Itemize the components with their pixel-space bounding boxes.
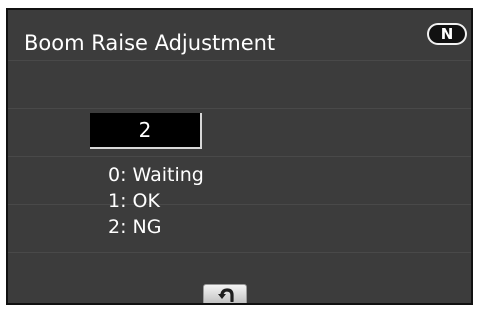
status-legend-item-ok: 1: OK: [108, 190, 160, 212]
scanline: [8, 204, 471, 205]
screen: Boom Raise Adjustment N 2 0: Waiting 1: …: [0, 0, 479, 311]
status-legend-item-ng: 2: NG: [108, 216, 162, 238]
return-arrow-icon: [218, 288, 234, 302]
adjustment-panel: Boom Raise Adjustment N 2 0: Waiting 1: …: [6, 8, 473, 305]
screen-title: Boom Raise Adjustment: [24, 31, 276, 55]
scanline: [8, 108, 471, 109]
back-button[interactable]: [203, 284, 247, 303]
status-legend-item-waiting: 0: Waiting: [108, 164, 204, 186]
scanline: [8, 156, 471, 157]
adjustment-value-display: 2: [90, 113, 202, 149]
scanline: [8, 60, 471, 61]
scanline: [8, 252, 471, 253]
neutral-mode-indicator: N: [427, 23, 467, 45]
status-legend: 0: Waiting 1: OK 2: NG: [108, 162, 204, 240]
mode-indicator-label: N: [429, 25, 465, 43]
